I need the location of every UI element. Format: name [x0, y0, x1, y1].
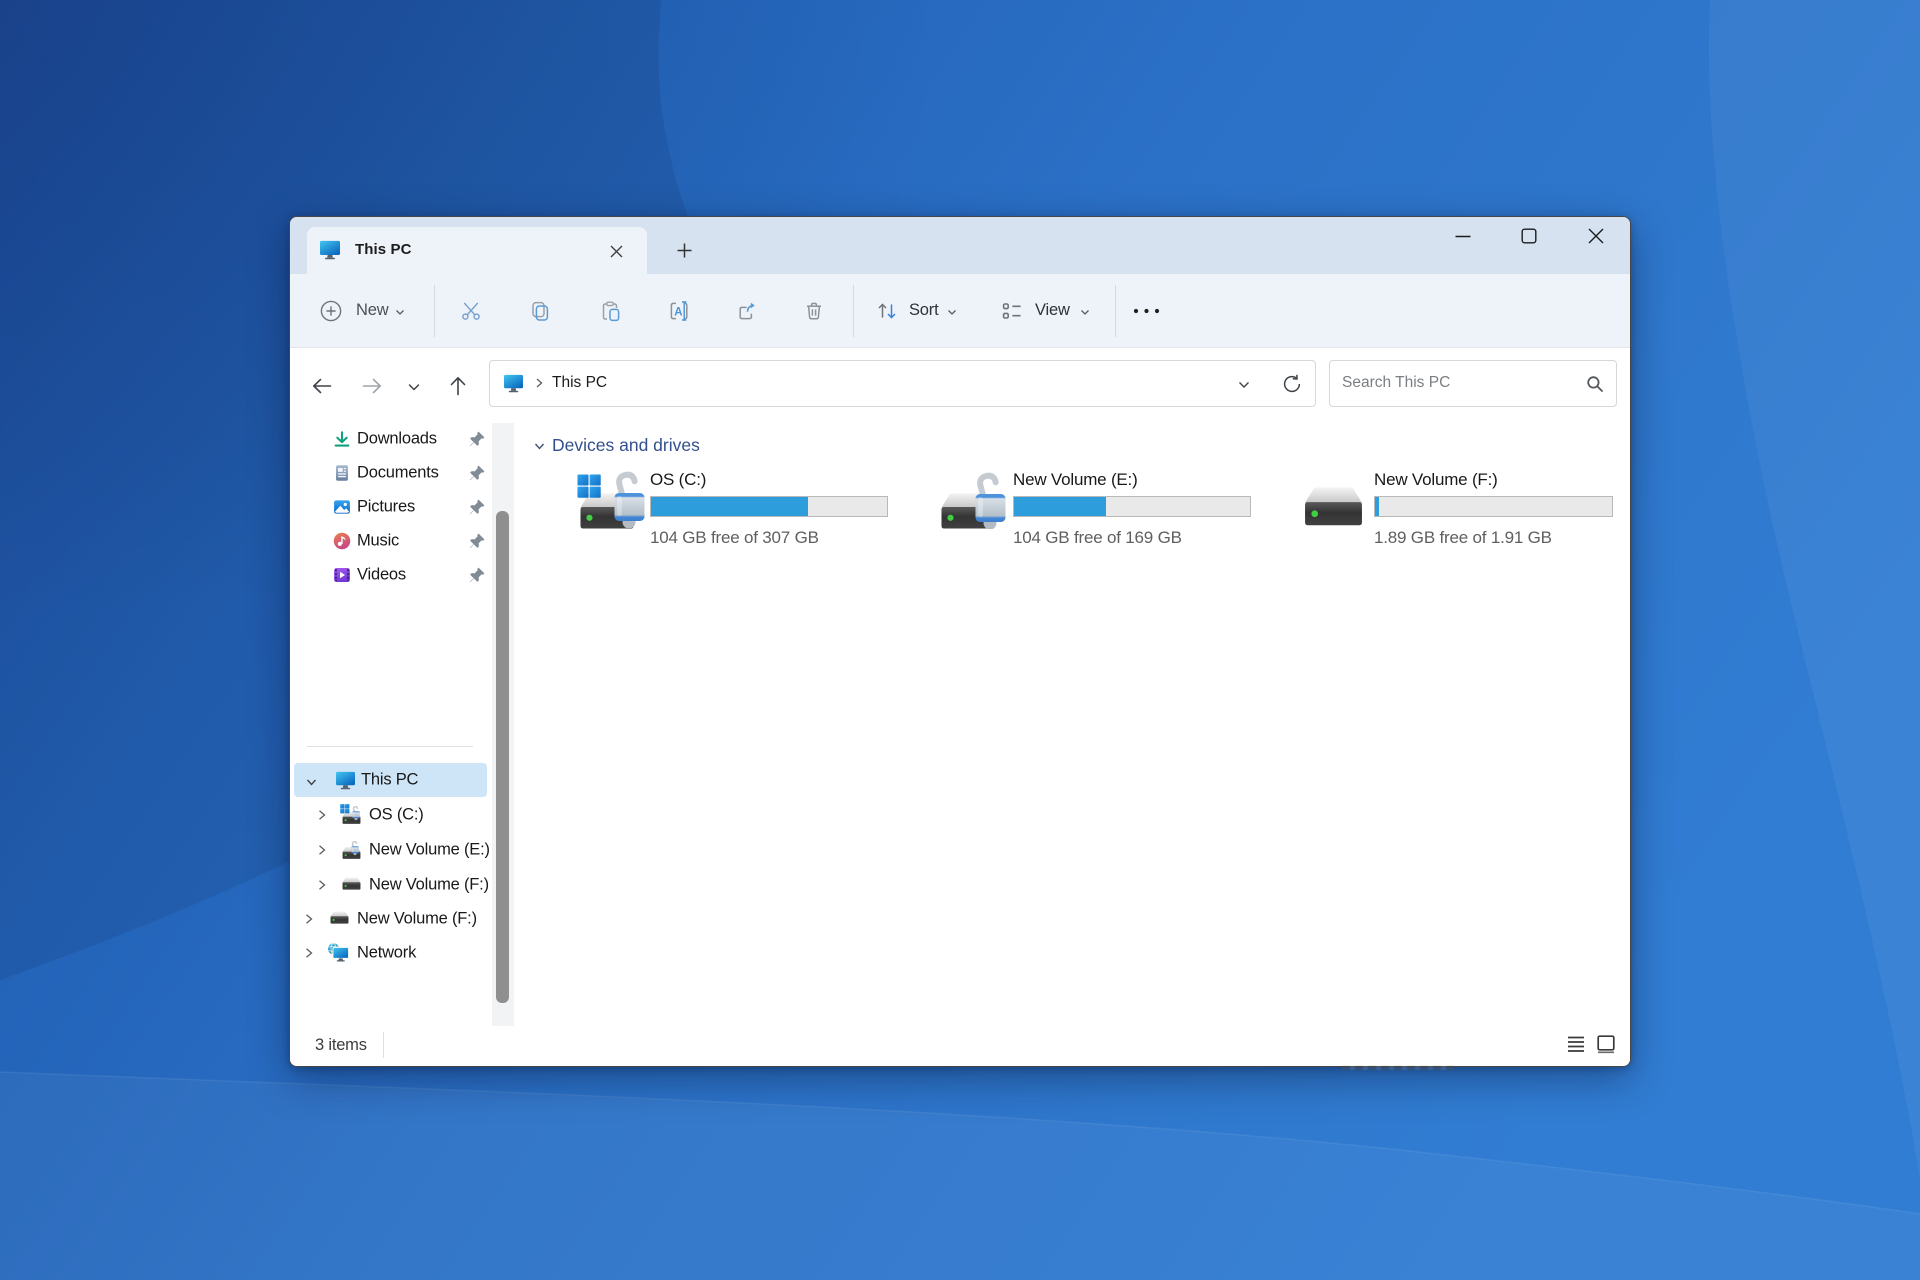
svg-text:A: A — [674, 307, 682, 319]
